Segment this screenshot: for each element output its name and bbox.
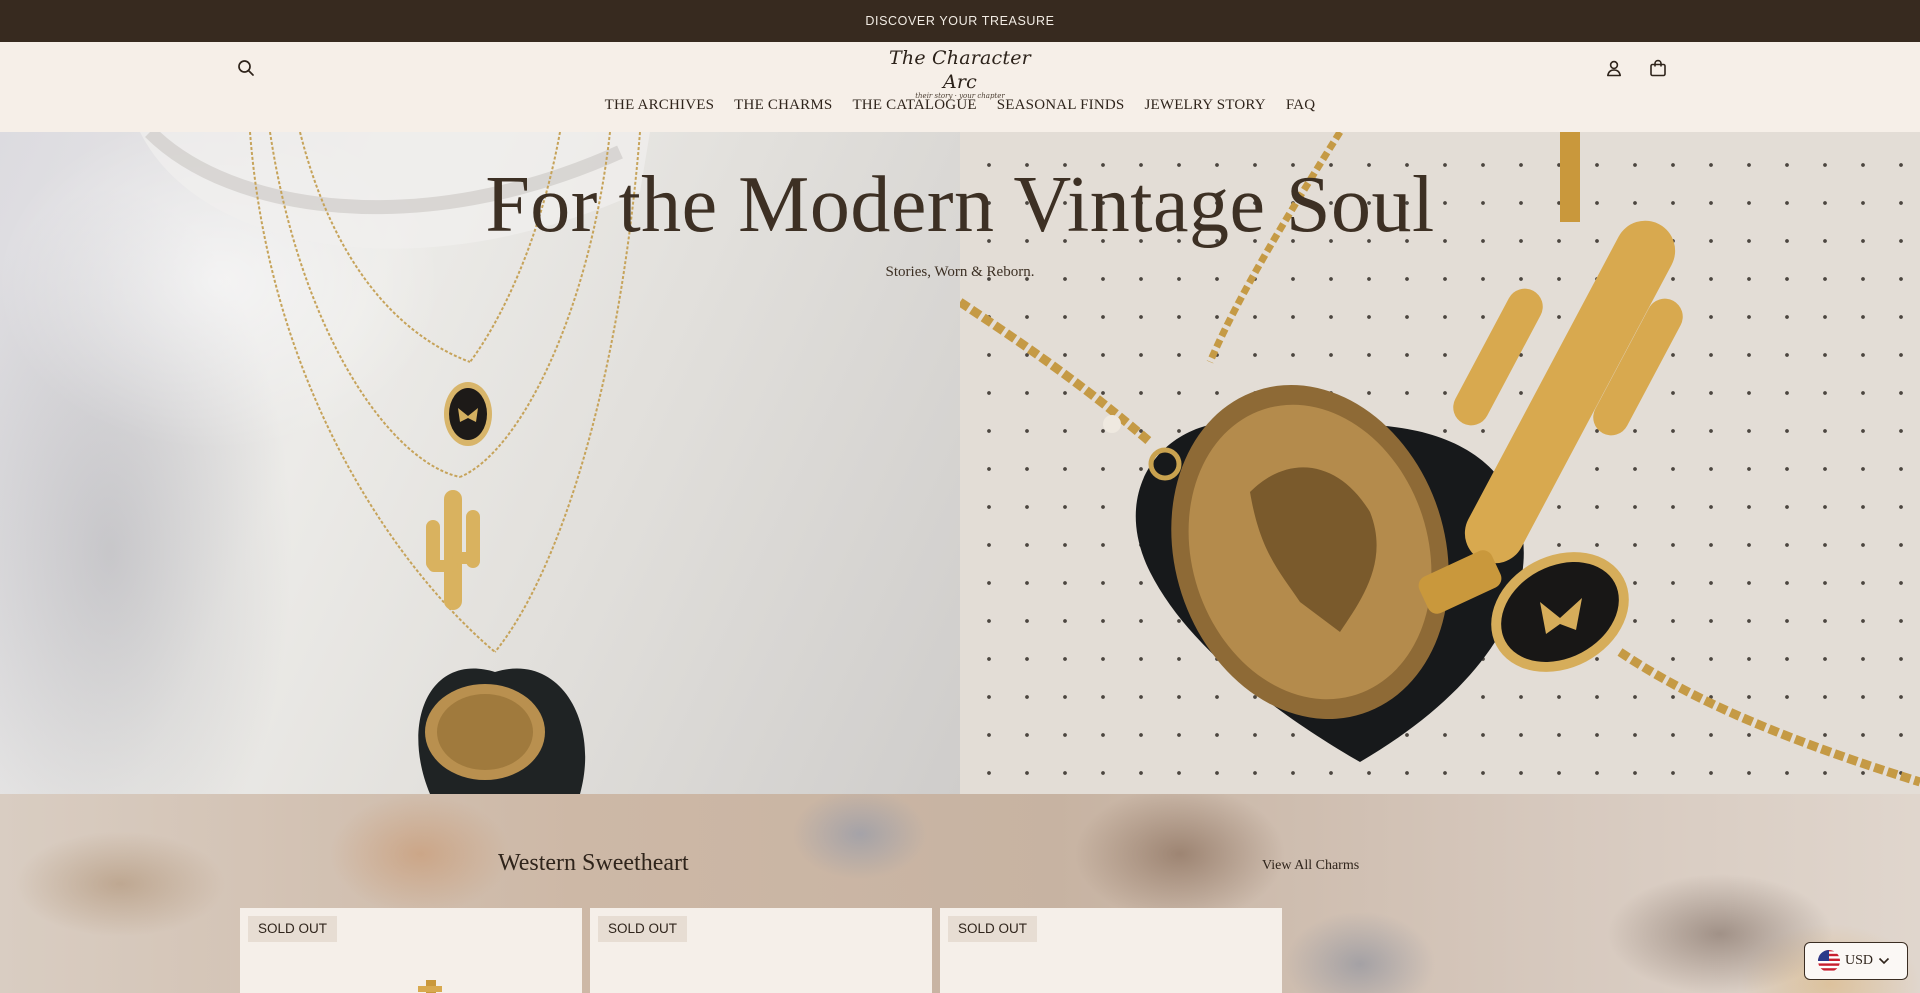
nav-item-jewelry-story[interactable]: JEWELRY STORY xyxy=(1144,97,1265,119)
cart-button[interactable] xyxy=(1644,54,1672,82)
us-flag-icon xyxy=(1818,950,1840,972)
account-button[interactable] xyxy=(1600,54,1628,82)
product-card[interactable]: SOLD OUT xyxy=(940,908,1282,993)
hero-subtitle: Stories, Worn & Reborn. xyxy=(885,264,1035,280)
collection-title: Western Sweetheart xyxy=(498,850,689,876)
sold-out-badge: SOLD OUT xyxy=(598,916,688,942)
nav-item-charms[interactable]: THE CHARMS xyxy=(734,97,832,119)
announcement-text: DISCOVER YOUR TREASURE xyxy=(865,14,1055,28)
view-all-link[interactable]: View All Charms xyxy=(1262,858,1359,874)
search-button[interactable] xyxy=(232,54,260,82)
hero-title: For the Modern Vintage Soul xyxy=(485,161,1435,249)
chevron-down-icon xyxy=(1878,957,1890,965)
nav-item-faq[interactable]: FAQ xyxy=(1286,97,1316,119)
announcement-bar: DISCOVER YOUR TREASURE xyxy=(0,0,1920,42)
currency-label: USD xyxy=(1845,953,1874,968)
hero-banner[interactable]: For the Modern Vintage Soul Stories, Wor… xyxy=(0,132,1920,794)
nav-item-archives[interactable]: THE ARCHIVES xyxy=(605,97,715,119)
site-logo[interactable]: The Character Arc their story · your cha… xyxy=(880,46,1040,100)
main-nav: THE ARCHIVES THE CHARMS THE CATALOGUE SE… xyxy=(0,97,1920,119)
user-icon xyxy=(1607,60,1621,77)
featured-collection: Western Sweetheart View All Charms SOLD … xyxy=(0,794,1920,993)
product-card[interactable]: SOLD OUT xyxy=(240,908,582,993)
logo-title: The Character Arc xyxy=(889,47,1031,93)
product-card[interactable]: SOLD OUT xyxy=(590,908,932,993)
nav-item-catalogue[interactable]: THE CATALOGUE xyxy=(852,97,976,119)
site-header: The Character Arc their story · your cha… xyxy=(0,42,1920,133)
currency-selector[interactable]: USD xyxy=(1804,942,1908,980)
search-icon xyxy=(238,60,254,76)
sold-out-badge: SOLD OUT xyxy=(948,916,1038,942)
nav-item-seasonal-finds[interactable]: SEASONAL FINDS xyxy=(997,97,1125,119)
sold-out-badge: SOLD OUT xyxy=(248,916,338,942)
shopping-bag-icon xyxy=(1650,59,1666,77)
